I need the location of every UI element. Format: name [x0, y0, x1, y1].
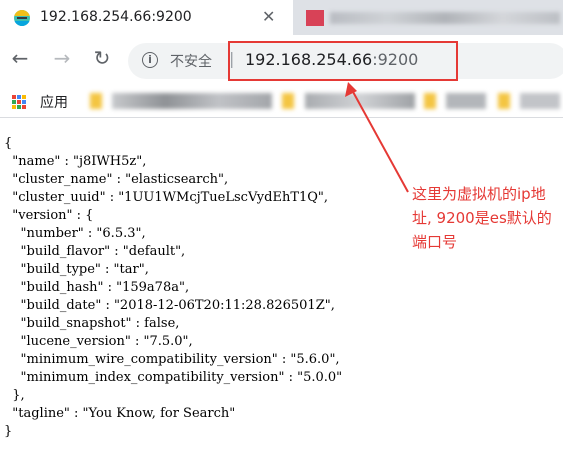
annotation-note: 这里为虚拟机的ip地址, 9200是es默认的端口号 — [412, 185, 552, 251]
